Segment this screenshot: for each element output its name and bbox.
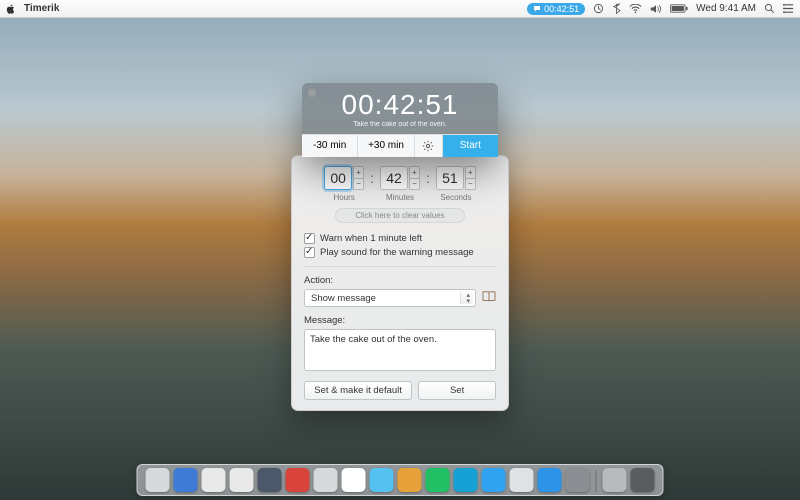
dock-app-1[interactable] <box>174 468 198 492</box>
dock-app-8[interactable] <box>370 468 394 492</box>
dock-app-4[interactable] <box>258 468 282 492</box>
seconds-plus[interactable]: + <box>465 166 476 178</box>
dock-app-12[interactable] <box>482 468 506 492</box>
time-machine-icon[interactable] <box>593 3 604 14</box>
menu-bar-right: 00:42:51 Wed 9:41 AM <box>527 3 794 15</box>
dock-app-2[interactable] <box>202 468 226 492</box>
spotlight-icon[interactable] <box>764 3 775 14</box>
contacts-icon[interactable] <box>482 291 496 305</box>
dock-app-3[interactable] <box>230 468 254 492</box>
dock-app-6[interactable] <box>314 468 338 492</box>
warn-checkbox-row[interactable]: Warn when 1 minute left <box>304 233 496 244</box>
wifi-icon[interactable] <box>629 4 642 14</box>
menubar-timer-pill[interactable]: 00:42:51 <box>527 3 585 15</box>
message-label: Message: <box>304 315 496 326</box>
timer-display: 00:42:51 <box>302 91 498 119</box>
app-name[interactable]: Timerik <box>24 3 59 14</box>
warn-checkbox-label: Warn when 1 minute left <box>320 233 422 244</box>
dock-app-17[interactable] <box>631 468 655 492</box>
minus-30-button[interactable]: -30 min <box>302 135 358 157</box>
sound-checkbox[interactable] <box>304 247 315 258</box>
sound-checkbox-row[interactable]: Play sound for the warning message <box>304 247 496 258</box>
action-label: Action: <box>304 275 496 286</box>
dock-app-16[interactable] <box>603 468 627 492</box>
minutes-field[interactable]: 42 <box>380 166 408 190</box>
plus-30-button[interactable]: +30 min <box>358 135 414 157</box>
message-textarea[interactable]: Take the cake out of the oven. <box>304 329 496 371</box>
dock-app-0[interactable] <box>146 468 170 492</box>
dock-app-11[interactable] <box>454 468 478 492</box>
sound-checkbox-label: Play sound for the warning message <box>320 247 474 258</box>
hours-plus[interactable]: + <box>353 166 364 178</box>
menu-bar: Timerik 00:42:51 Wed 9:41 AM <box>0 0 800 18</box>
settings-popover: 00 +− Hours : 42 +− Minutes : 51 <box>291 155 509 411</box>
set-button[interactable]: Set <box>418 381 496 400</box>
action-select[interactable]: Show message ▴▾ <box>304 289 476 307</box>
seconds-minus[interactable]: − <box>465 178 476 190</box>
dock-app-9[interactable] <box>398 468 422 492</box>
hours-minus[interactable]: − <box>353 178 364 190</box>
minutes-minus[interactable]: − <box>409 178 420 190</box>
start-button[interactable]: Start <box>443 135 498 157</box>
dock-app-13[interactable] <box>510 468 534 492</box>
minutes-plus[interactable]: + <box>409 166 420 178</box>
volume-icon[interactable] <box>650 4 662 14</box>
warn-checkbox[interactable] <box>304 233 315 244</box>
hours-field[interactable]: 00 <box>324 166 352 190</box>
dock-app-7[interactable] <box>342 468 366 492</box>
dock-app-14[interactable] <box>538 468 562 492</box>
seconds-field[interactable]: 51 <box>436 166 464 190</box>
clear-values-button[interactable]: Click here to clear values <box>335 208 465 223</box>
bluetooth-icon[interactable] <box>612 3 621 14</box>
time-stepper-row: 00 +− Hours : 42 +− Minutes : 51 <box>304 166 496 202</box>
chevron-updown-icon: ▴▾ <box>466 293 470 305</box>
timer-subtitle: Take the cake out of the oven. <box>302 121 498 128</box>
set-default-button[interactable]: Set & make it default <box>304 381 412 400</box>
battery-icon[interactable] <box>670 4 688 13</box>
dock-app-5[interactable] <box>286 468 310 492</box>
dock-app-15[interactable] <box>566 468 590 492</box>
seconds-label: Seconds <box>440 193 471 202</box>
minutes-label: Minutes <box>386 193 414 202</box>
menubar-clock[interactable]: Wed 9:41 AM <box>696 3 756 14</box>
notification-center-icon[interactable] <box>783 3 794 14</box>
menubar-timer-value: 00:42:51 <box>544 4 579 14</box>
timer-window: 00:42:51 Take the cake out of the oven. … <box>302 83 498 157</box>
desktop: Timerik 00:42:51 Wed 9:41 AM 00:42:51 Ta… <box>0 0 800 500</box>
close-window-button[interactable] <box>308 89 316 97</box>
timer-header: 00:42:51 Take the cake out of the oven. <box>302 83 498 134</box>
timer-button-bar: -30 min +30 min Start <box>302 134 498 157</box>
hours-label: Hours <box>333 193 354 202</box>
settings-button[interactable] <box>415 135 443 157</box>
speech-bubble-icon <box>533 5 541 13</box>
gear-icon <box>422 140 434 152</box>
dock-app-10[interactable] <box>426 468 450 492</box>
dock <box>137 464 664 496</box>
apple-menu-icon[interactable] <box>6 4 16 14</box>
action-select-value: Show message <box>311 293 376 304</box>
